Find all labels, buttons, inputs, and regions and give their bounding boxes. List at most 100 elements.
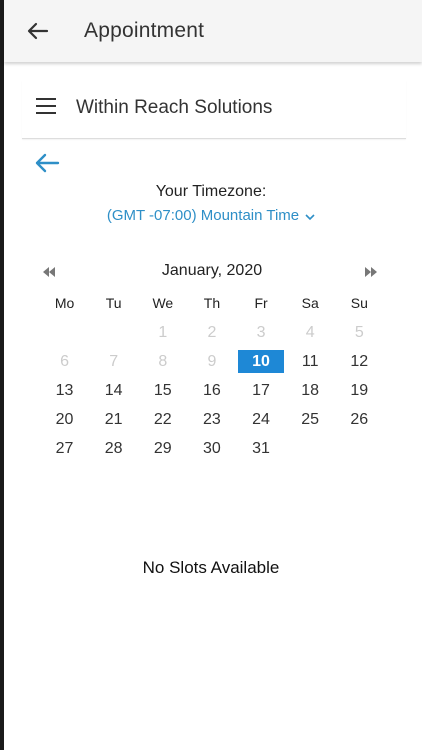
calendar-day: 9 (187, 350, 236, 379)
calendar-day-number: 9 (207, 353, 217, 370)
window-edge (0, 0, 4, 750)
calendar-day-number: 4 (305, 324, 315, 341)
calendar-day-number: 27 (55, 440, 74, 457)
content-back-button[interactable] (34, 152, 62, 176)
calendar-day[interactable]: 22 (138, 408, 187, 437)
calendar-day[interactable]: 20 (40, 408, 89, 437)
app-back-button[interactable] (24, 17, 52, 45)
arrow-left-icon (27, 22, 49, 40)
calendar-day-number: 13 (55, 382, 74, 399)
calendar-day: 1 (138, 321, 187, 350)
weekday-label: We (152, 295, 174, 311)
calendar-day (89, 321, 138, 350)
weekday-label: Su (350, 295, 368, 311)
next-month-button[interactable] (364, 265, 382, 281)
calendar-day-number: 17 (252, 382, 270, 399)
calendar-day-number: 11 (301, 353, 319, 370)
calendar-day: 2 (187, 321, 236, 350)
calendar-day-number: 22 (153, 411, 172, 428)
arrow-left-icon (35, 153, 60, 173)
calendar-day-number: 5 (354, 324, 364, 341)
calendar-header: January, 2020 (40, 260, 384, 284)
calendar-day-number: 7 (109, 353, 119, 370)
calendar-day-number: 19 (350, 382, 369, 399)
calendar-day: 5 (335, 321, 384, 350)
calendar-day[interactable]: 12 (335, 350, 384, 379)
timezone-value: (GMT -07:00) Mountain Time (106, 207, 300, 224)
double-chevron-right-icon (365, 267, 377, 277)
chevron-down-icon (305, 208, 315, 225)
calendar-day-selected[interactable]: 10 (237, 350, 286, 379)
calendar-day (335, 437, 384, 466)
calendar-day-number: 26 (350, 411, 369, 428)
weekday-label: Tu (105, 295, 122, 311)
weekday-label: Fr (254, 295, 268, 311)
calendar-day-number: 16 (203, 382, 221, 399)
calendar-day: 7 (89, 350, 138, 379)
site-name: Within Reach Solutions (76, 97, 273, 118)
calendar-day[interactable]: 26 (335, 408, 384, 437)
calendar-day-number: 10 (238, 350, 285, 373)
calendar-week-row: 6 7 8 9 10 11 12 (40, 350, 384, 379)
calendar-day[interactable]: 28 (89, 437, 138, 466)
calendar-day[interactable]: 16 (187, 379, 236, 408)
weekday-label: Sa (301, 295, 319, 311)
calendar-week-row: 27 28 29 30 31 (40, 437, 384, 466)
timezone-select[interactable]: (GMT -07:00) Mountain Time (0, 207, 422, 225)
calendar-day[interactable]: 24 (237, 408, 286, 437)
calendar-day[interactable]: 23 (187, 408, 236, 437)
calendar-grid: Mo Tu We Th Fr Sa Su 1 2 3 4 5 6 7 8 9 10 11 12 13 14… (40, 292, 384, 466)
calendar-day-number: 12 (350, 353, 369, 370)
calendar-day-number: 3 (256, 324, 266, 341)
calendar-day: 4 (286, 321, 335, 350)
weekday-label: Mo (54, 295, 75, 311)
calendar-day[interactable]: 14 (89, 379, 138, 408)
calendar-week-row: 20 21 22 23 24 25 26 (40, 408, 384, 437)
calendar-day-number: 18 (301, 382, 320, 399)
calendar-day[interactable]: 29 (138, 437, 187, 466)
calendar-day[interactable]: 11 (286, 350, 335, 379)
weekday-row: Mo Tu We Th Fr Sa Su (40, 292, 384, 321)
calendar-day: 6 (40, 350, 89, 379)
calendar-day (40, 321, 89, 350)
weekday-label: Th (203, 295, 221, 311)
calendar-day-number: 29 (153, 440, 172, 457)
app-bar: Appointment (4, 0, 422, 62)
calendar-day[interactable]: 17 (237, 379, 286, 408)
calendar-day-number: 31 (252, 440, 270, 457)
calendar-day[interactable]: 19 (335, 379, 384, 408)
calendar-day[interactable]: 13 (40, 379, 89, 408)
calendar-weeks: 1 2 3 4 5 6 7 8 9 10 11 12 13 14 15 16 17 18 19 20 21 22 23 24 2… (40, 321, 384, 466)
month-label: January, 2020 (161, 262, 263, 279)
calendar-day[interactable]: 21 (89, 408, 138, 437)
calendar-day-number: 28 (104, 440, 123, 457)
calendar-day[interactable]: 15 (138, 379, 187, 408)
calendar-day-number: 23 (203, 411, 221, 428)
calendar-day-number: 14 (104, 382, 123, 399)
calendar-day-number: 8 (158, 353, 168, 370)
calendar-day-number: 25 (301, 411, 320, 428)
calendar-day: 3 (237, 321, 286, 350)
calendar-day-number: 2 (207, 324, 217, 341)
calendar-day (286, 437, 335, 466)
calendar-day: 8 (138, 350, 187, 379)
no-slots-message: No Slots Available (142, 558, 280, 577)
calendar-week-row: 1 2 3 4 5 (40, 321, 384, 350)
site-header: Within Reach Solutions (22, 80, 406, 139)
calendar-week-row: 13 14 15 16 17 18 19 (40, 379, 384, 408)
calendar-day-number: 1 (158, 324, 168, 341)
hamburger-menu-icon[interactable] (36, 98, 58, 118)
calendar-day[interactable]: 18 (286, 379, 335, 408)
calendar-day-number: 24 (252, 411, 270, 428)
calendar-day[interactable]: 25 (286, 408, 335, 437)
timezone-label: Your Timezone: (155, 183, 267, 200)
calendar-day-number: 6 (60, 353, 70, 370)
calendar-day-number: 15 (153, 382, 172, 399)
calendar-day-number: 21 (104, 411, 123, 428)
calendar-day[interactable]: 30 (187, 437, 236, 466)
page-title: Appointment (84, 19, 205, 42)
calendar-day-number: 20 (55, 411, 74, 428)
calendar-day[interactable]: 31 (237, 437, 286, 466)
calendar-day[interactable]: 27 (40, 437, 89, 466)
calendar-day-number: 30 (203, 440, 221, 457)
